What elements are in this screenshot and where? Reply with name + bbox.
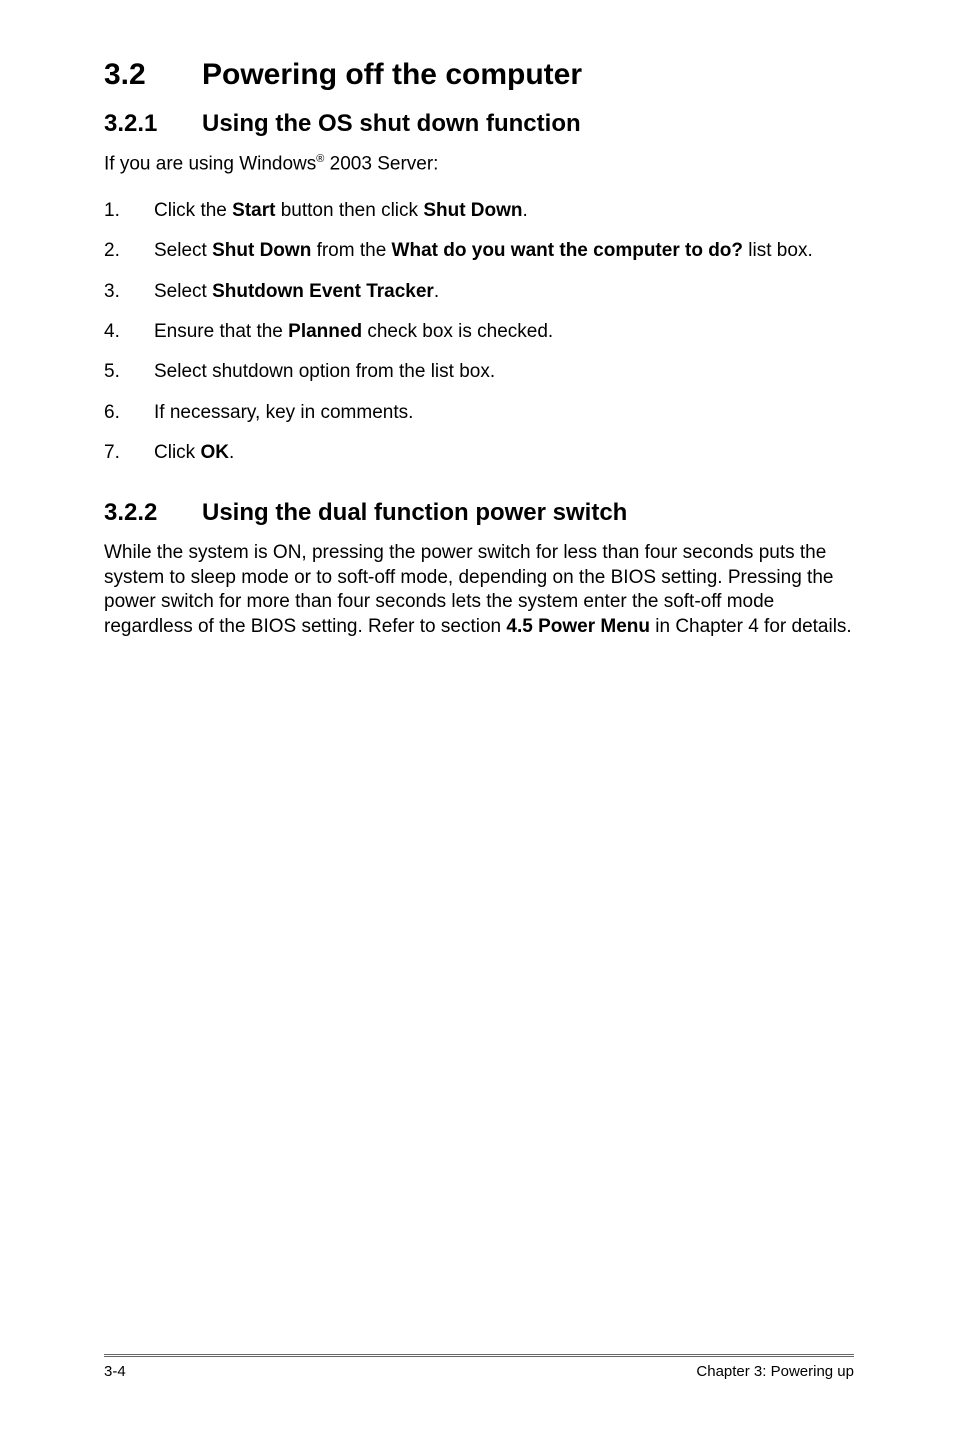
step-text-bold: OK: [200, 442, 229, 463]
subsection-1-heading: 3.2.1Using the OS shut down function: [104, 110, 854, 138]
step-text: list box.: [743, 240, 813, 261]
section-heading: 3.2Powering off the computer: [104, 58, 854, 92]
section-title-text: Powering off the computer: [202, 58, 582, 91]
subsection-2-number: 3.2.2: [104, 499, 202, 527]
step-content: Click the Start button then click Shut D…: [154, 199, 854, 223]
step-text-bold: What do you want the computer to do?: [392, 240, 743, 261]
subsection-1-title-text: Using the OS shut down function: [202, 110, 581, 137]
step-text-bold: Start: [232, 200, 275, 221]
step-item: 5.Select shutdown option from the list b…: [104, 360, 854, 384]
step-text: Select: [154, 240, 212, 261]
step-marker: 6.: [104, 401, 154, 425]
intro-suffix: 2003 Server:: [324, 153, 438, 174]
step-marker: 1.: [104, 199, 154, 223]
step-text: Select shutdown option from the list box…: [154, 361, 495, 382]
step-text-bold: Shut Down: [212, 240, 311, 261]
step-item: 4.Ensure that the Planned check box is c…: [104, 320, 854, 344]
step-text: .: [523, 200, 528, 221]
step-text-bold: Shutdown Event Tracker: [212, 281, 434, 302]
step-content: Select Shut Down from the What do you wa…: [154, 239, 854, 263]
step-content: Click OK.: [154, 441, 854, 465]
step-text: .: [229, 442, 234, 463]
page-number: 3-4: [104, 1363, 126, 1380]
step-item: 6.If necessary, key in comments.: [104, 401, 854, 425]
step-text: .: [434, 281, 439, 302]
step-marker: 2.: [104, 239, 154, 263]
step-text: Click the: [154, 200, 232, 221]
step-text: Select: [154, 281, 212, 302]
step-content: Ensure that the Planned check box is che…: [154, 320, 854, 344]
step-content: Select Shutdown Event Tracker.: [154, 280, 854, 304]
step-text: If necessary, key in comments.: [154, 402, 413, 423]
body-text-bold: 4.5 Power Menu: [506, 616, 650, 637]
intro-prefix: If you are using Windows: [104, 153, 316, 174]
page-footer: 3-4 Chapter 3: Powering up: [104, 1354, 854, 1380]
subsection-1-intro: If you are using Windows® 2003 Server:: [104, 152, 854, 177]
step-marker: 5.: [104, 360, 154, 384]
step-text: check box is checked.: [362, 321, 553, 342]
step-text-bold: Planned: [288, 321, 362, 342]
step-marker: 4.: [104, 320, 154, 344]
step-item: 3.Select Shutdown Event Tracker.: [104, 280, 854, 304]
step-text-bold: Shut Down: [423, 200, 522, 221]
subsection-2-heading: 3.2.2Using the dual function power switc…: [104, 499, 854, 527]
step-content: Select shutdown option from the list box…: [154, 360, 854, 384]
step-item: 2.Select Shut Down from the What do you …: [104, 239, 854, 263]
subsection-1-number: 3.2.1: [104, 110, 202, 138]
subsection-2-body: While the system is ON, pressing the pow…: [104, 541, 854, 639]
footer-rule: [104, 1354, 854, 1357]
step-content: If necessary, key in comments.: [154, 401, 854, 425]
step-text: button then click: [275, 200, 423, 221]
step-text: Click: [154, 442, 200, 463]
step-text: from the: [311, 240, 391, 261]
step-marker: 7.: [104, 441, 154, 465]
chapter-label: Chapter 3: Powering up: [696, 1363, 854, 1380]
steps-list: 1.Click the Start button then click Shut…: [104, 199, 854, 465]
step-text: Ensure that the: [154, 321, 288, 342]
step-marker: 3.: [104, 280, 154, 304]
step-item: 1.Click the Start button then click Shut…: [104, 199, 854, 223]
footer-row: 3-4 Chapter 3: Powering up: [104, 1363, 854, 1380]
step-item: 7.Click OK.: [104, 441, 854, 465]
page: 3.2Powering off the computer 3.2.1Using …: [0, 0, 954, 1438]
subsection-2-title-text: Using the dual function power switch: [202, 499, 627, 526]
body-text: in Chapter 4 for details.: [650, 616, 852, 637]
section-number: 3.2: [104, 58, 202, 92]
